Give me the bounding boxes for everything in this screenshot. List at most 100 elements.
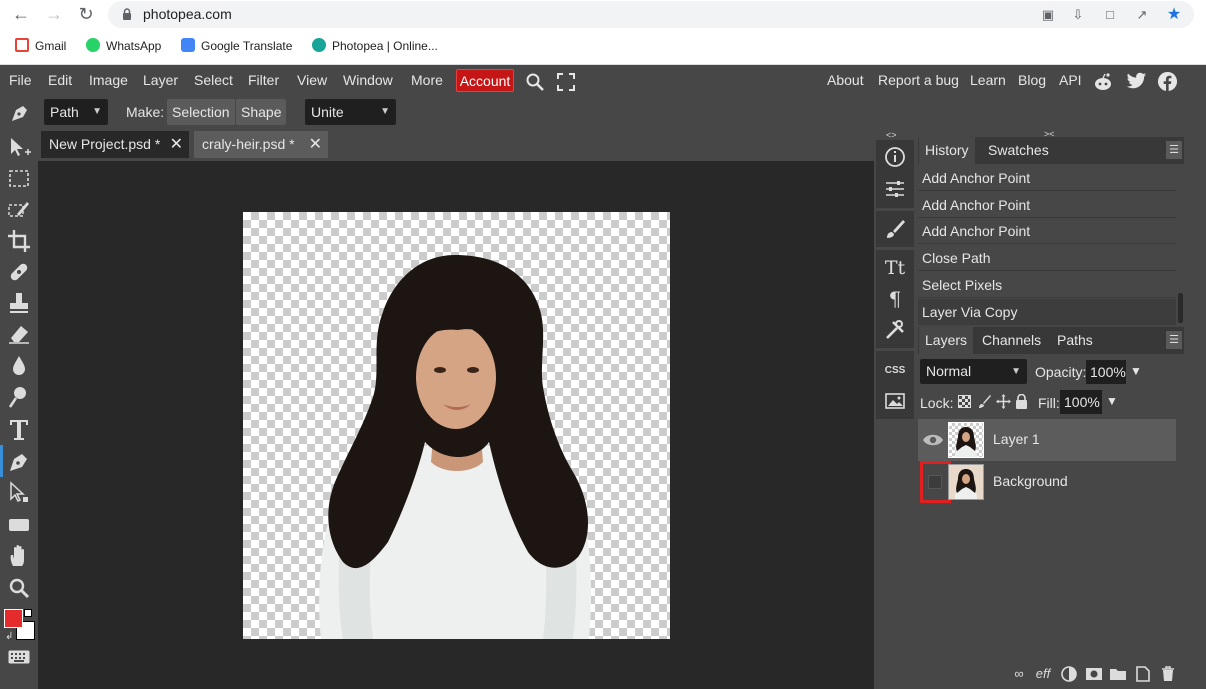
make-selection-button[interactable]: Selection xyxy=(167,99,235,125)
make-shape-button[interactable]: Shape xyxy=(236,99,287,125)
menu-blog[interactable]: Blog xyxy=(1018,72,1046,88)
crop-tool[interactable] xyxy=(5,227,33,255)
layer-mask-icon[interactable] xyxy=(1085,665,1103,683)
eye-icon[interactable] xyxy=(922,431,944,449)
history-item[interactable]: Select Pixels xyxy=(918,272,1176,298)
install-icon[interactable]: ⇩ xyxy=(1070,7,1086,23)
healing-tool[interactable] xyxy=(5,258,33,286)
bookmark-photopea[interactable]: Photopea | Online... xyxy=(312,38,438,56)
menu-file[interactable]: File xyxy=(9,72,32,88)
tab-history[interactable]: History xyxy=(919,137,975,164)
bookmark-whatsapp[interactable]: WhatsApp xyxy=(86,38,161,56)
search-icon[interactable] xyxy=(525,72,545,92)
back-icon[interactable]: ← xyxy=(10,3,32,25)
path-operation-select[interactable]: Unite ▼ xyxy=(305,99,396,125)
panel-menu-icon[interactable]: ☰ xyxy=(1166,141,1182,159)
type-tool[interactable] xyxy=(5,415,33,443)
share-icon[interactable]: ↗ xyxy=(1134,7,1150,23)
css-icon[interactable]: CSS xyxy=(883,359,907,383)
move-tool[interactable] xyxy=(5,134,33,162)
page-icon[interactable]: □ xyxy=(1102,7,1118,23)
menu-window[interactable]: Window xyxy=(343,72,393,88)
brush-icon[interactable] xyxy=(883,217,907,241)
menu-report-bug[interactable]: Report a bug xyxy=(878,72,959,88)
history-scrollbar[interactable] xyxy=(1178,293,1183,323)
link-layers-icon[interactable]: ∞ xyxy=(1010,665,1028,683)
dodge-tool[interactable] xyxy=(5,383,33,411)
menu-more[interactable]: More xyxy=(411,72,443,88)
menu-api[interactable]: API xyxy=(1059,72,1082,88)
history-item[interactable]: Add Anchor Point xyxy=(918,165,1176,191)
blend-mode-select[interactable]: Normal ▼ xyxy=(920,359,1027,384)
new-layer-icon[interactable] xyxy=(1134,665,1152,683)
panel-menu-icon[interactable]: ☰ xyxy=(1166,331,1182,349)
swap-colors-icon[interactable]: ↲ xyxy=(5,631,13,642)
account-button[interactable]: Account xyxy=(456,69,514,92)
lock-pixels-brush-icon[interactable] xyxy=(977,394,992,409)
layer-row-layer-1[interactable]: Layer 1 xyxy=(918,419,1176,461)
pen-tool[interactable] xyxy=(0,445,33,477)
path-mode-select[interactable]: Path ▼ xyxy=(44,99,108,125)
lock-position-icon[interactable] xyxy=(996,394,1011,409)
tab-layers[interactable]: Layers xyxy=(919,327,974,354)
opacity-dropdown-icon[interactable]: ▼ xyxy=(1130,364,1142,378)
tab-paths[interactable]: Paths xyxy=(1051,327,1099,354)
menu-view[interactable]: View xyxy=(297,72,327,88)
marquee-tool[interactable] xyxy=(5,165,33,193)
foreground-color-swatch[interactable] xyxy=(4,609,23,628)
twitter-icon[interactable] xyxy=(1126,72,1147,91)
color-swatches[interactable]: ↲ xyxy=(3,608,39,644)
info-icon[interactable] xyxy=(883,145,907,169)
menu-select[interactable]: Select xyxy=(194,72,233,88)
reddit-icon[interactable] xyxy=(1092,71,1114,93)
new-group-icon[interactable] xyxy=(1109,665,1127,683)
history-item[interactable]: Close Path xyxy=(918,245,1176,271)
tab-swatches[interactable]: Swatches xyxy=(982,137,1055,164)
hand-tool[interactable] xyxy=(5,542,33,570)
bookmark-google-translate[interactable]: Google Translate xyxy=(181,38,292,56)
default-colors-icon[interactable] xyxy=(24,609,32,617)
fullscreen-icon[interactable] xyxy=(557,73,575,91)
canvas[interactable] xyxy=(243,212,670,639)
close-icon[interactable]: ✕ xyxy=(309,131,322,158)
layer-effects-icon[interactable]: eff xyxy=(1034,665,1052,683)
menu-image[interactable]: Image xyxy=(89,72,128,88)
menu-learn[interactable]: Learn xyxy=(970,72,1006,88)
paragraph-icon[interactable]: ¶ xyxy=(883,287,907,311)
shape-tool[interactable] xyxy=(5,511,33,539)
delete-layer-icon[interactable] xyxy=(1159,665,1177,683)
menu-edit[interactable]: Edit xyxy=(48,72,72,88)
collapse-arrows-icon[interactable]: <> xyxy=(886,130,897,140)
layer-name[interactable]: Background xyxy=(993,473,1068,489)
url-text[interactable]: photopea.com xyxy=(143,6,232,22)
bookmark-gmail[interactable]: Gmail xyxy=(15,38,66,56)
lock-all-icon[interactable] xyxy=(1015,394,1028,409)
opacity-input[interactable]: 100% xyxy=(1086,360,1126,384)
character-icon[interactable]: Tt xyxy=(883,256,907,280)
close-icon[interactable]: ✕ xyxy=(170,131,183,158)
layer-row-background[interactable]: Background xyxy=(918,461,1176,503)
blur-tool[interactable] xyxy=(5,352,33,380)
facebook-icon[interactable] xyxy=(1157,71,1178,92)
fill-input[interactable]: 100% xyxy=(1060,390,1102,414)
layer-name[interactable]: Layer 1 xyxy=(993,431,1040,447)
zoom-tool[interactable] xyxy=(5,574,33,602)
menu-layer[interactable]: Layer xyxy=(143,72,178,88)
lock-transparency-icon[interactable] xyxy=(958,395,971,408)
menu-about[interactable]: About xyxy=(827,72,864,88)
path-select-tool[interactable] xyxy=(5,479,33,507)
image-icon[interactable] xyxy=(883,389,907,413)
visibility-toggle-off[interactable] xyxy=(928,475,942,489)
history-item[interactable]: Add Anchor Point xyxy=(918,192,1176,218)
menu-filter[interactable]: Filter xyxy=(248,72,279,88)
adjustments-icon[interactable] xyxy=(883,177,907,201)
address-bar[interactable]: photopea.com ▣ ⇩ □ ↗ ★ xyxy=(108,1,1194,28)
screenshot-icon[interactable]: ▣ xyxy=(1040,7,1056,23)
adjustment-layer-icon[interactable] xyxy=(1060,665,1078,683)
fill-dropdown-icon[interactable]: ▼ xyxy=(1106,394,1118,408)
quick-select-tool[interactable] xyxy=(5,196,33,224)
tab-channels[interactable]: Channels xyxy=(976,327,1047,354)
eraser-tool[interactable] xyxy=(5,320,33,348)
bookmark-star-icon[interactable]: ★ xyxy=(1166,7,1182,23)
stamp-tool[interactable] xyxy=(5,289,33,317)
